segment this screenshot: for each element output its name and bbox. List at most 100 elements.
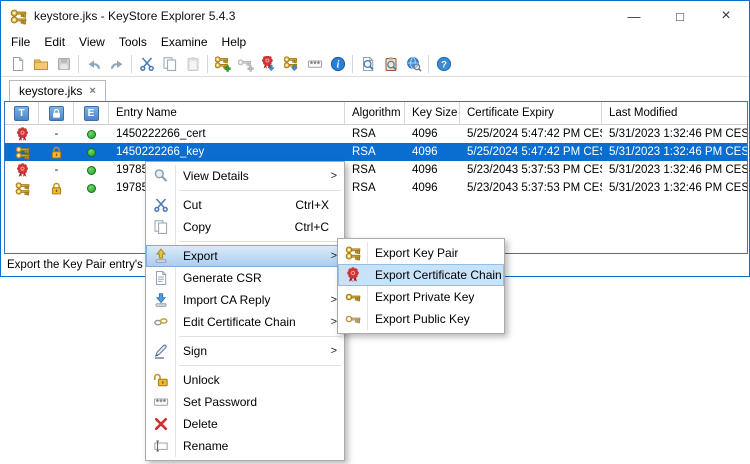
menu-item-copy[interactable]: Copy Ctrl+C <box>146 216 344 238</box>
window-controls: — □ × <box>611 1 749 31</box>
menu-tools[interactable]: Tools <box>112 33 154 51</box>
menu-help[interactable]: Help <box>215 33 254 51</box>
menu-item-export-certificate-chain[interactable]: Export Certificate Chain <box>338 264 504 286</box>
paste-icon <box>185 56 201 72</box>
rename-icon <box>146 438 175 454</box>
menu-file[interactable]: File <box>4 33 37 51</box>
submenu-arrow-icon: > <box>331 170 337 182</box>
key-size: 4096 <box>405 182 460 194</box>
copy-icon <box>146 219 175 235</box>
app-icon <box>10 8 27 25</box>
menu-examine[interactable]: Examine <box>154 33 215 51</box>
examine-file-button[interactable] <box>356 53 379 75</box>
unlocked-indicator: - <box>55 128 59 140</box>
menu-view[interactable]: View <box>72 33 112 51</box>
menu-item-delete[interactable]: Delete <box>146 413 344 435</box>
entry-name: 1450222266_key <box>109 146 345 158</box>
title-bar[interactable]: keystore.jks - KeyStore Explorer 5.4.3 —… <box>1 1 749 31</box>
open-button[interactable] <box>29 53 52 75</box>
column-certificate-expiry[interactable]: Certificate Expiry <box>460 102 602 124</box>
column-type[interactable]: T <box>5 102 39 124</box>
undo-button[interactable] <box>82 53 105 75</box>
menu-item-set-password[interactable]: Set Password <box>146 391 344 413</box>
menu-item-export-public-key[interactable]: Export Public Key <box>338 308 504 330</box>
key-size: 4096 <box>405 146 460 158</box>
column-entry-name[interactable]: Entry Name <box>109 102 345 124</box>
column-key-size[interactable]: Key Size <box>405 102 460 124</box>
minimize-button[interactable]: — <box>611 1 657 31</box>
entry-name: 1450222266_cert <box>109 128 345 140</box>
menu-edit[interactable]: Edit <box>37 33 72 51</box>
set-password-icon <box>307 56 323 72</box>
import-key-pair-button[interactable] <box>280 53 303 75</box>
examine-clipboard-button[interactable] <box>379 53 402 75</box>
set-password-button[interactable] <box>303 53 326 75</box>
menu-bar: File Edit View Tools Examine Help <box>1 31 749 52</box>
menu-item-cut[interactable]: Cut Ctrl+X <box>146 194 344 216</box>
table-header: T E Entry Name Algorithm Key Size Certif… <box>5 102 747 125</box>
certificate-expiry: 5/25/2024 5:47:42 PM CEST <box>460 146 602 158</box>
app-window: keystore.jks - KeyStore Explorer 5.4.3 —… <box>0 0 750 277</box>
menu-separator <box>146 333 344 340</box>
tab-close-icon[interactable]: × <box>89 85 95 97</box>
menu-separator <box>146 362 344 369</box>
examine-ssl-button[interactable] <box>402 53 425 75</box>
info-icon <box>330 56 346 72</box>
cut-icon <box>139 56 155 72</box>
close-button[interactable]: × <box>703 1 749 31</box>
import-trusted-certificate-button[interactable] <box>257 53 280 75</box>
menu-item-export-private-key[interactable]: Export Private Key <box>338 286 504 308</box>
new-button[interactable] <box>6 53 29 75</box>
copy-button[interactable] <box>158 53 181 75</box>
menu-item-unlock[interactable]: Unlock <box>146 369 344 391</box>
paste-button[interactable] <box>181 53 204 75</box>
maximize-button[interactable]: □ <box>657 1 703 31</box>
menu-item-edit-certificate-chain[interactable]: Edit Certificate Chain > <box>146 311 344 333</box>
certificate-expiry: 5/23/2043 5:37:53 PM CEST <box>460 182 602 194</box>
table-row-selected[interactable]: 1450222266_key RSA 4096 5/25/2024 5:47:4… <box>5 143 747 161</box>
properties-button[interactable] <box>326 53 349 75</box>
scissors-icon <box>146 197 175 213</box>
examine-ssl-icon <box>406 56 422 72</box>
column-expiry-status[interactable]: E <box>74 102 109 124</box>
menu-item-import-ca-reply[interactable]: Import CA Reply > <box>146 289 344 311</box>
tab-keystore[interactable]: keystore.jks × <box>9 80 106 101</box>
last-modified: 5/31/2023 1:32:46 PM CEST <box>602 164 747 176</box>
table-row[interactable]: 197857319 RSA 4096 5/23/2043 5:37:53 PM … <box>5 179 747 197</box>
column-last-modified[interactable]: Last Modified <box>602 102 747 124</box>
desktop: keystore.jks - KeyStore Explorer 5.4.3 —… <box>0 0 750 464</box>
key-pair-icon <box>15 145 30 160</box>
menu-separator <box>146 187 344 194</box>
table-row[interactable]: - 197857319 RSA 4096 5/23/2043 5:37:53 P… <box>5 161 747 179</box>
last-modified: 5/31/2023 1:32:46 PM CEST <box>602 128 747 140</box>
examine-file-icon <box>360 56 376 72</box>
menu-item-sign[interactable]: Sign > <box>146 340 344 362</box>
generate-key-pair-icon <box>215 56 231 72</box>
certificate-expiry: 5/23/2043 5:37:53 PM CEST <box>460 164 602 176</box>
table-row[interactable]: - 1450222266_cert RSA 4096 5/25/2024 5:4… <box>5 125 747 143</box>
unlocked-indicator: - <box>55 164 59 176</box>
algorithm: RSA <box>345 146 405 158</box>
algorithm: RSA <box>345 128 405 140</box>
cut-button[interactable] <box>135 53 158 75</box>
status-ok-icon <box>87 166 96 175</box>
menu-item-view-details[interactable]: View Details > <box>146 165 344 187</box>
unlock-icon <box>146 372 175 388</box>
save-button[interactable] <box>52 53 75 75</box>
keystore-table: T E Entry Name Algorithm Key Size Certif… <box>4 101 748 254</box>
menu-item-export-key-pair[interactable]: Export Key Pair <box>338 242 504 264</box>
import-trusted-certificate-icon <box>261 56 277 72</box>
toolbar <box>1 52 749 77</box>
certificate-expiry: 5/25/2024 5:47:42 PM CEST <box>460 128 602 140</box>
help-button[interactable] <box>432 53 455 75</box>
redo-button[interactable] <box>105 53 128 75</box>
generate-secret-key-button[interactable] <box>234 53 257 75</box>
menu-item-rename[interactable]: Rename <box>146 435 344 457</box>
menu-item-generate-csr[interactable]: Generate CSR <box>146 267 344 289</box>
column-lock-status[interactable] <box>39 102 74 124</box>
generate-key-pair-button[interactable] <box>211 53 234 75</box>
export-submenu: Export Key Pair Export Certificate Chain… <box>337 238 505 334</box>
menu-item-export[interactable]: Export > <box>146 245 344 267</box>
document-icon <box>146 270 175 286</box>
column-algorithm[interactable]: Algorithm <box>345 102 405 124</box>
